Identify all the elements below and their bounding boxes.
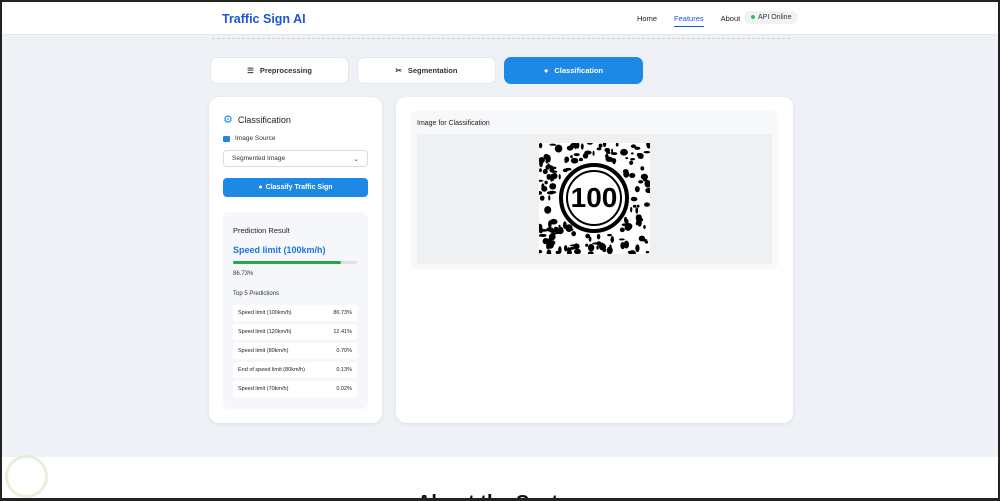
segmented-sign-image: 100	[535, 139, 653, 257]
nav-about[interactable]: About	[721, 14, 741, 27]
classification-panel: ⚙ Classification Image Source Segmented I…	[209, 97, 382, 423]
prediction-row: Speed limit (70km/h) 0.02%	[233, 381, 357, 397]
api-status-badge: API Online	[744, 11, 799, 24]
gear-icon: ⚙	[223, 114, 233, 126]
prediction-label: Speed limit (120km/h)	[238, 329, 292, 335]
api-status-text: API Online	[758, 14, 792, 21]
about-heading: About the System	[2, 492, 998, 498]
tab-label: Segmentation	[407, 66, 458, 75]
divider	[212, 36, 790, 39]
classify-button[interactable]: ● Classify Traffic Sign	[223, 178, 368, 197]
image-title: Image for Classification	[417, 120, 490, 127]
tab-preprocessing[interactable]: ☰ Preprocessing	[210, 57, 349, 84]
page: Traffic Sign AI Home Features About API …	[0, 0, 1000, 501]
brain-icon: ●	[543, 66, 549, 75]
tab-classification[interactable]: ● Classification	[504, 57, 643, 84]
predicted-class: Speed limit (100km/h)	[233, 245, 326, 255]
svg-text:100: 100	[571, 182, 618, 213]
prediction-value: 12.41%	[333, 329, 352, 335]
prediction-label: End of speed limit (80km/h)	[238, 367, 305, 373]
navbar: Traffic Sign AI Home Features About API …	[2, 2, 998, 35]
image-source-select[interactable]: Segmented Image ⌄	[223, 150, 368, 167]
prediction-value: 0.02%	[336, 386, 352, 392]
button-label: Classify Traffic Sign	[265, 184, 333, 191]
select-value: Segmented Image	[232, 155, 286, 162]
prediction-value: 0.13%	[336, 367, 352, 373]
nav-features[interactable]: Features	[674, 14, 704, 27]
prediction-value: 0.70%	[336, 348, 352, 354]
confidence-bar	[233, 261, 357, 264]
brand-logo[interactable]: Traffic Sign AI	[222, 12, 306, 26]
image-preview-area: 100	[417, 134, 772, 264]
confidence-text: 86.73%	[233, 271, 254, 277]
chevron-down-icon: ⌄	[353, 156, 359, 163]
prediction-result: Prediction Result Speed limit (100km/h) …	[223, 212, 368, 409]
image-icon	[223, 135, 230, 142]
tab-label: Classification	[554, 66, 604, 75]
prediction-title: Prediction Result	[233, 226, 290, 235]
confidence-fill	[233, 261, 341, 264]
panel-title: Classification	[237, 114, 291, 125]
image-panel: Image for Classification 100	[396, 97, 793, 423]
prediction-row: Speed limit (80km/h) 0.70%	[233, 343, 357, 359]
sliders-icon: ☰	[247, 66, 254, 75]
top5-title: Top 5 Predictions	[233, 291, 280, 297]
scissors-icon: ✂	[395, 66, 402, 75]
nav-home[interactable]: Home	[637, 14, 657, 27]
prediction-row: Speed limit (100km/h) 86.73%	[233, 305, 357, 321]
brain-icon: ●	[258, 184, 263, 191]
prediction-value: 86.73%	[333, 310, 352, 316]
status-dot-icon	[751, 15, 755, 20]
image-source-label: Image Source	[235, 135, 276, 142]
prediction-label: Speed limit (80km/h)	[238, 348, 289, 354]
tab-segmentation[interactable]: ✂ Segmentation	[357, 57, 496, 84]
prediction-label: Speed limit (70km/h)	[238, 386, 289, 392]
prediction-label: Speed limit (100km/h)	[238, 310, 292, 316]
tab-label: Preprocessing	[259, 66, 312, 75]
prediction-row: Speed limit (120km/h) 12.41%	[233, 324, 357, 340]
prediction-row: End of speed limit (80km/h) 0.13%	[233, 362, 357, 378]
